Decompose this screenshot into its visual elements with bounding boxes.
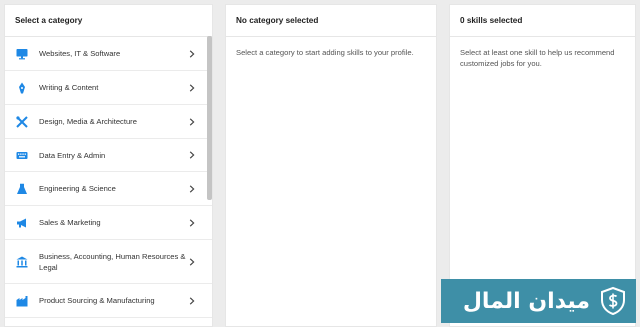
chevron-right-icon [188,49,196,58]
bank-icon [15,255,29,269]
category-label: Sales & Marketing [39,218,101,227]
chevron-right-icon [188,117,196,126]
megaphone-icon [15,216,29,230]
selected-skills-message: Select at least one skill to help us rec… [460,48,615,68]
chevron-right-icon [188,296,196,305]
monitor-icon [15,47,29,61]
chevron-right-icon [188,218,196,227]
category-item-engineering-science[interactable]: Engineering & Science [5,172,212,206]
category-panel: Select a category Websites, IT & Softwar… [4,4,213,327]
flask-icon [15,182,29,196]
category-list: Websites, IT & Software Writing & Conten… [5,37,212,318]
skills-panel-message: Select a category to start adding skills… [236,48,414,57]
chevron-right-icon [188,257,196,266]
skills-panel: No category selected Select a category t… [225,4,437,327]
category-item-product-sourcing-manufacturing[interactable]: Product Sourcing & Manufacturing [5,284,212,318]
category-item-websites-it-software[interactable]: Websites, IT & Software [5,37,212,71]
category-label: Engineering & Science [39,184,116,193]
selected-skills-header: 0 skills selected [450,5,635,37]
watermark: ميدان المال [441,279,636,323]
category-list-scrollbar[interactable] [207,36,212,200]
skills-panel-header: No category selected [226,5,436,37]
factory-icon [15,294,29,308]
category-item-sales-marketing[interactable]: Sales & Marketing [5,206,212,240]
pen-nib-icon [15,81,29,95]
category-label: Websites, IT & Software [39,49,121,58]
category-panel-header: Select a category [5,5,212,37]
watermark-text: ميدان المال [462,288,590,314]
category-label: Business, Accounting, Human Resources & … [39,251,186,272]
design-tools-icon [15,115,29,129]
chevron-right-icon [188,151,196,159]
category-label: Writing & Content [39,83,99,92]
category-label: Design, Media & Architecture [39,117,137,126]
category-label: Product Sourcing & Manufacturing [39,296,155,305]
category-item-data-entry-admin[interactable]: Data Entry & Admin [5,139,212,172]
category-item-design-media-architecture[interactable]: Design, Media & Architecture [5,105,212,139]
keyboard-icon [15,148,29,162]
category-item-writing-content[interactable]: Writing & Content [5,71,212,105]
dollar-shield-logo [601,286,625,316]
category-item-business-accounting-hr-legal[interactable]: Business, Accounting, Human Resources & … [5,240,212,284]
category-label: Data Entry & Admin [39,150,106,160]
chevron-right-icon [188,184,196,193]
chevron-right-icon [188,83,196,92]
